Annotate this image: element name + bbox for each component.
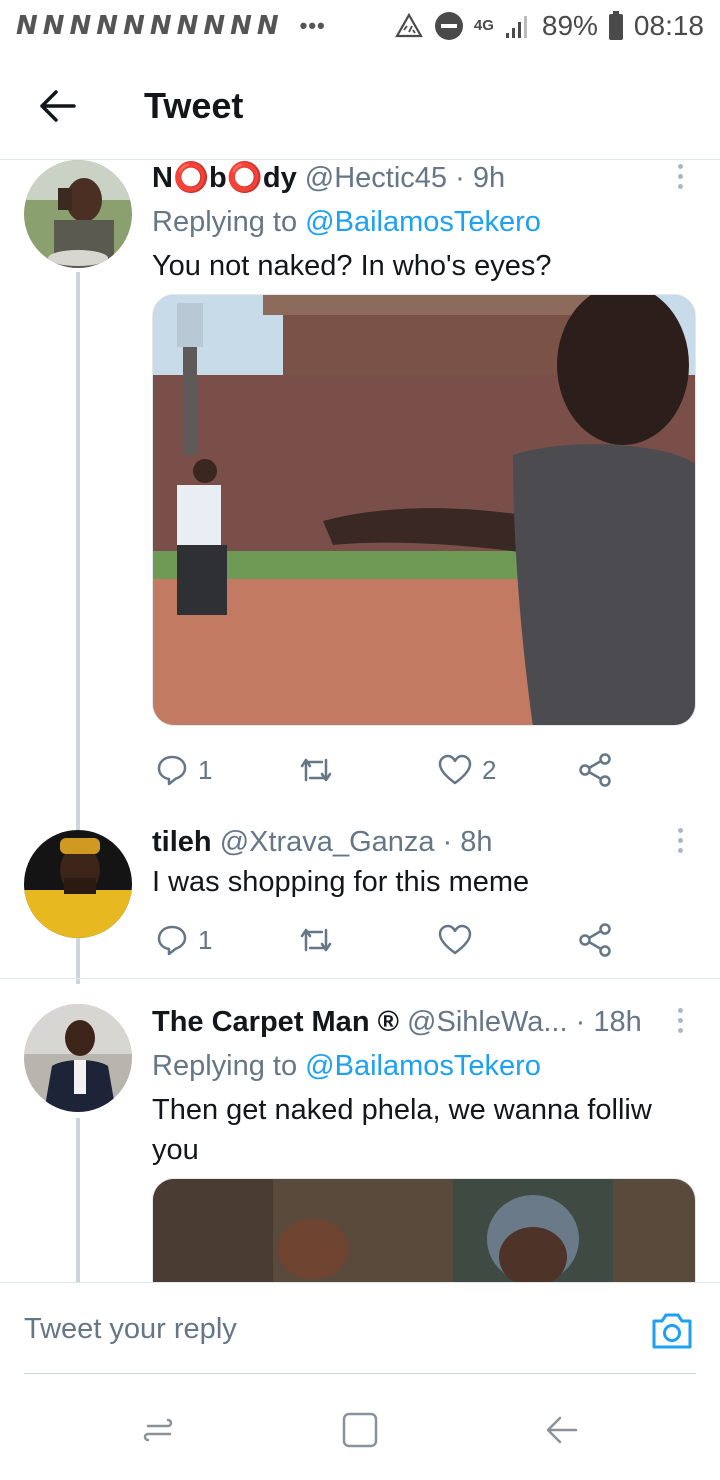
like-button[interactable] [438,920,472,960]
retweet-button[interactable] [298,750,334,790]
status-bar: N N N N N N N N N N ••• 4G 89% 08:18 [0,0,720,52]
tweet[interactable]: The Carpet Man ® @SihleWa... · 18h Reply… [0,1004,720,1282]
more-options-icon[interactable] [672,1008,688,1033]
reply-icon [157,755,187,786]
tweet-actions: 1 2 [152,750,672,790]
camera-icon [652,1313,692,1349]
reply-button[interactable]: 1 [156,920,212,960]
reply-count: 1 [198,924,213,955]
share-icon [579,753,611,787]
tweet[interactable]: tileh @Xtrava_Ganza · 8h I was shopping … [0,824,720,974]
more-options-icon[interactable] [672,164,688,189]
back-button[interactable] [28,76,88,136]
like-count: 2 [482,754,497,785]
recents-icon [143,1418,173,1442]
carrier-logo: N [176,11,199,41]
heart-icon [438,754,472,785]
tweet-actions: 1 [152,920,672,960]
tweet[interactable]: N⭕b⭕dy @Hectic45 · 9h Replying to @Baila… [0,160,720,810]
avatar[interactable] [24,1004,132,1112]
network-type: 4G [473,17,494,34]
share-button[interactable] [578,920,612,960]
app-bar: Tweet [0,52,720,160]
tweet-media[interactable] [152,1178,696,1282]
replying-label: Replying to [152,206,306,238]
battery-percent: 89% [541,10,598,41]
back-icon [546,1416,578,1444]
reply-feed[interactable]: N⭕b⭕dy @Hectic45 · 9h Replying to @Baila… [0,160,720,1282]
camera-button[interactable] [650,1311,694,1351]
carrier-logo: N [256,11,279,41]
clock: 08:18 [633,10,704,41]
recents-button[interactable] [140,1410,180,1450]
tweet-media[interactable] [152,294,696,726]
avatar[interactable] [24,830,132,938]
mention-link[interactable]: @BailamosTekero [305,1050,541,1082]
replying-to: Replying to @BailamosTekero [152,202,696,242]
retweet-icon [300,928,332,952]
nav-back-button[interactable] [542,1410,582,1450]
data-saver-icon [394,12,423,38]
arrow-left-icon [40,89,76,122]
reply-input[interactable]: Tweet your reply [24,1313,237,1346]
replying-to: Replying to @BailamosTekero [152,1046,696,1086]
share-icon [579,923,611,957]
mention-link[interactable]: @BailamosTekero [305,206,541,238]
home-icon [342,1412,378,1448]
tweet-text: You not naked? In who's eyes? [152,250,552,282]
carrier-logo: N [96,11,118,41]
heart-icon [438,924,472,955]
carrier-logo: N [42,11,65,41]
tweet-header: The Carpet Man ® @SihleWa... · 18h [152,1004,696,1040]
carrier-logo: N [123,11,145,41]
do-not-disturb-icon [434,12,463,40]
more-notifications-icon: ••• [299,13,326,38]
carrier-logo: N [16,11,38,41]
author-handle[interactable]: @Hectic45 [305,162,447,194]
carrier-logo: N [149,11,172,41]
tweet-header: tileh @Xtrava_Ganza · 8h [152,824,696,860]
retweet-button[interactable] [298,920,334,960]
author-name[interactable]: The Carpet Man [152,1006,370,1038]
tweet-time: · 9h [455,162,506,194]
carrier-logo: N [69,11,92,41]
home-button[interactable] [340,1410,380,1450]
page-title: Tweet [144,84,244,126]
like-button[interactable]: 2 [438,750,496,790]
tweet-header: N⭕b⭕dy @Hectic45 · 9h [152,160,696,196]
tweet-text: Then get naked phela, we wanna folliw yo… [152,1094,652,1166]
author-handle[interactable]: @Xtrava_Ganza [220,826,435,858]
divider [0,978,720,979]
avatar[interactable] [24,160,132,268]
reply-composer: Tweet your reply [0,1282,720,1374]
carrier-logo: N [230,11,252,41]
carrier-logo: N [203,11,225,41]
tweet-text: I was shopping for this meme [152,866,530,898]
retweet-icon [300,758,332,782]
more-options-icon[interactable] [672,828,688,853]
verified-badge: ® [377,1006,399,1038]
replying-label: Replying to [152,1050,306,1082]
notification-icons: N N N N N N N N N N [16,11,279,41]
tweet-time: · 8h [442,826,493,858]
author-name[interactable]: N⭕b⭕dy [152,162,297,194]
author-name[interactable]: tileh [152,826,212,858]
share-button[interactable] [578,750,612,790]
author-handle[interactable]: @SihleWa... [407,1006,568,1038]
system-nav-bar [0,1374,720,1480]
tweet-time: · 18h [575,1006,642,1038]
reply-button[interactable]: 1 [156,750,212,790]
battery-icon [608,11,623,40]
reply-count: 1 [198,754,213,785]
reply-icon [157,925,187,956]
signal-icon [505,16,527,38]
